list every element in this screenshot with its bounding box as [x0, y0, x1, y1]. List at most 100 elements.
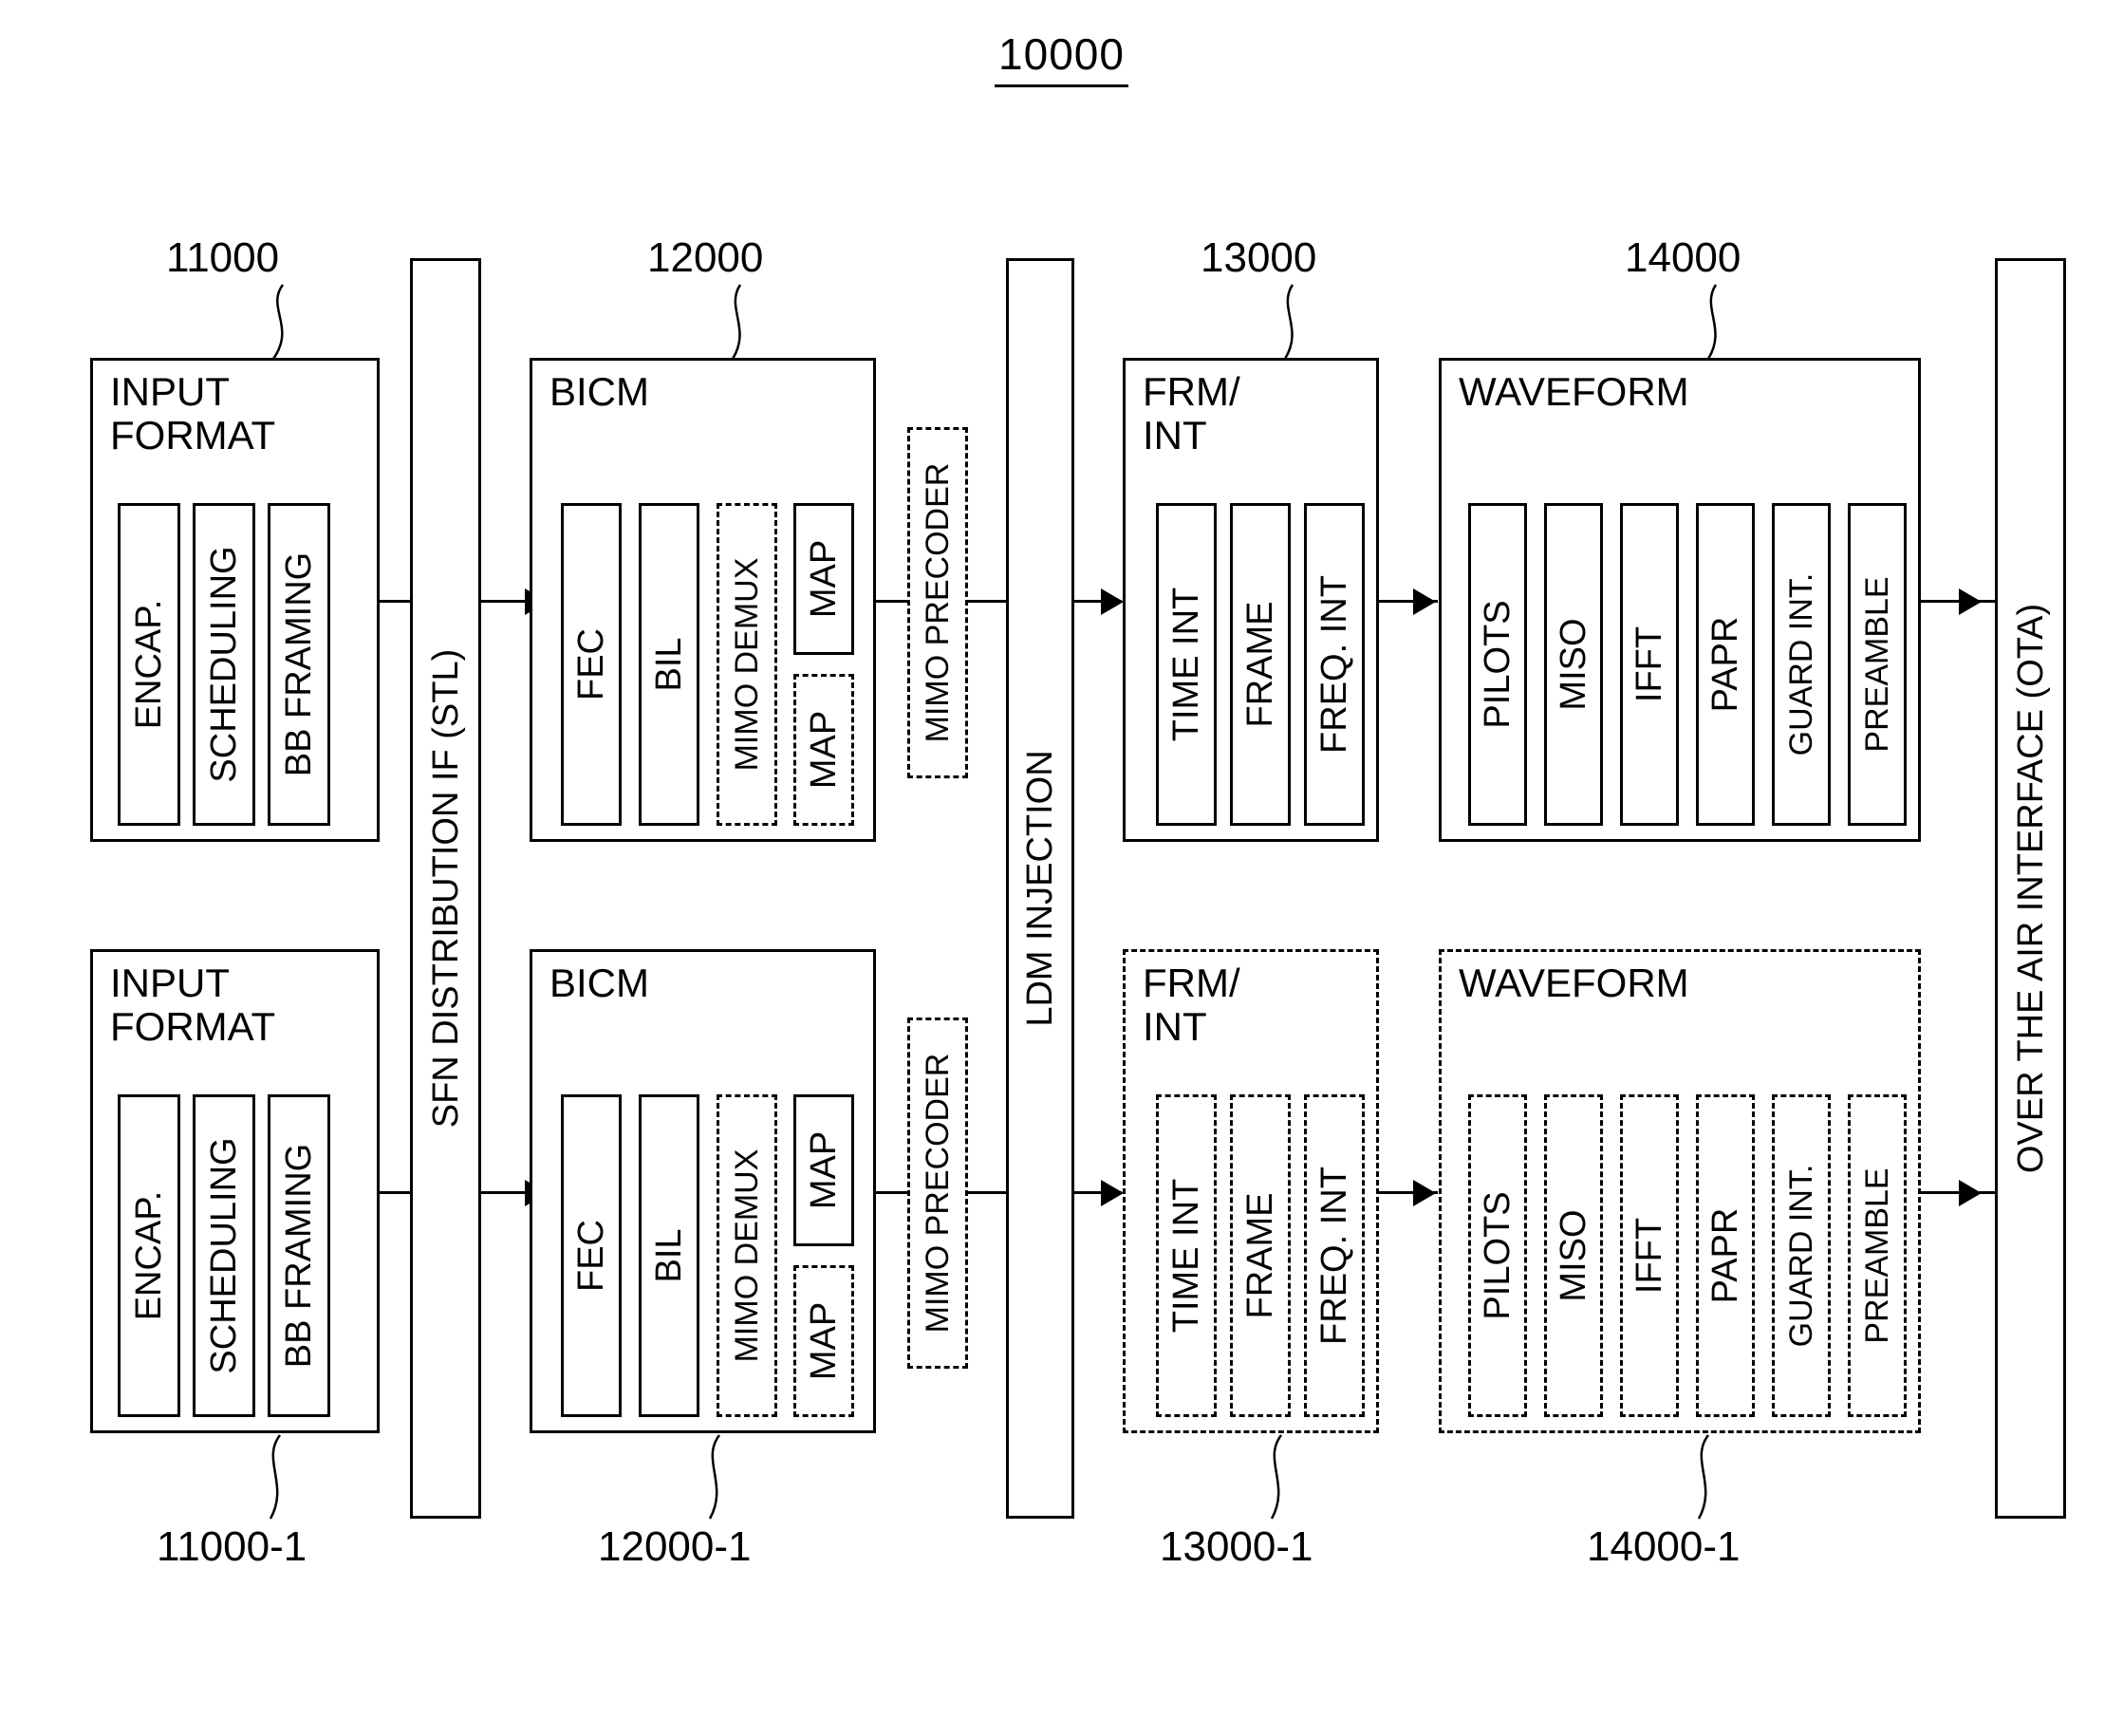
module-freq-int-top-label: FREQ. INT: [1314, 575, 1354, 754]
module-ifft-bottom-label: IFFT: [1629, 1217, 1669, 1295]
module-pilots-top-label: PILOTS: [1478, 600, 1518, 729]
module-scheduling-top-label: SCHEDULING: [204, 546, 244, 783]
frm-int-title-top: FRM/ INT: [1143, 369, 1240, 457]
module-encap-top-label: ENCAP.: [129, 599, 169, 730]
module-frame-top: FRAME: [1230, 503, 1291, 826]
module-time-int-bottom-label: TIME INT: [1166, 1178, 1206, 1334]
module-map-lower-top-label: MAP: [804, 710, 844, 790]
connector-inputformat-sfn-bottom: [380, 1191, 410, 1194]
sfn-distribution-bar: SFN DISTRIBUTION IF (STL): [410, 258, 481, 1519]
input-format-title-bottom: INPUT FORMAT: [110, 961, 276, 1049]
module-freq-int-bottom-label: FREQ. INT: [1314, 1167, 1354, 1345]
mimo-precoder-bottom: MIMO PRECODER: [907, 1017, 968, 1369]
module-fec-top-label: FEC: [571, 628, 611, 700]
connector-bicm-precoder-top: [876, 600, 907, 603]
waveform-block-bottom: WAVEFORM PILOTS MISO IFFT PAPR GUARD INT…: [1439, 949, 1921, 1433]
module-papr-top: PAPR: [1696, 503, 1755, 826]
ota-interface-bar: OVER THE AIR INTERFACE (OTA): [1995, 258, 2066, 1519]
module-preamble-top: PREAMBLE: [1848, 503, 1907, 826]
module-bil-bottom: BIL: [639, 1094, 699, 1417]
refnum-frm-int-top: 13000: [1201, 234, 1317, 281]
frm-int-block-bottom: FRM/ INT TIME INT FRAME FREQ. INT: [1123, 949, 1379, 1433]
input-format-block-top: INPUT FORMAT ENCAP. SCHEDULING BB FRAMIN…: [90, 358, 380, 842]
sfn-distribution-label: SFN DISTRIBUTION IF (STL): [425, 648, 466, 1129]
connector-inputformat-sfn-top: [380, 600, 410, 603]
module-map-upper-bottom-label: MAP: [804, 1130, 844, 1210]
input-format-title-top: INPUT FORMAT: [110, 369, 276, 457]
leader-line-14000-1: [1697, 1434, 1710, 1520]
leader-line-14000: [1706, 284, 1718, 360]
module-miso-top-label: MISO: [1554, 618, 1593, 711]
bicm-block-bottom: BICM FEC BIL MIMO DEMUX MAP MAP: [530, 949, 876, 1433]
module-miso-top: MISO: [1544, 503, 1603, 826]
module-fec-top: FEC: [561, 503, 622, 826]
arrow-waveform-ota-bottom: [1959, 1180, 1982, 1206]
refnum-input-format-bottom: 11000-1: [157, 1523, 307, 1570]
input-format-block-bottom: INPUT FORMAT ENCAP. SCHEDULING BB FRAMIN…: [90, 949, 380, 1433]
module-time-int-top: TIME INT: [1156, 503, 1217, 826]
module-time-int-top-label: TIME INT: [1166, 587, 1206, 742]
connector-sfn-bicm-top: [481, 600, 527, 603]
leader-line-12000: [731, 284, 742, 360]
module-miso-bottom: MISO: [1544, 1094, 1603, 1417]
module-frame-top-label: FRAME: [1240, 601, 1280, 728]
module-encap-top: ENCAP.: [118, 503, 180, 826]
module-map-upper-top: MAP: [793, 503, 854, 655]
figure-title: 10000: [0, 28, 2123, 87]
module-bil-top: BIL: [639, 503, 699, 826]
module-guard-int-top-label: GUARD INT.: [1783, 572, 1819, 756]
module-preamble-bottom: PREAMBLE: [1848, 1094, 1907, 1417]
module-mimo-demux-top-label: MIMO DEMUX: [729, 557, 765, 772]
module-papr-top-label: PAPR: [1705, 616, 1745, 713]
arrow-ldm-frmint-top: [1101, 588, 1124, 615]
module-miso-bottom-label: MISO: [1554, 1209, 1593, 1302]
refnum-waveform-top: 14000: [1625, 234, 1741, 281]
bicm-title-bottom: BICM: [549, 961, 649, 1005]
module-scheduling-bottom: SCHEDULING: [193, 1094, 255, 1417]
module-map-lower-top: MAP: [793, 674, 854, 826]
mimo-precoder-top-label: MIMO PRECODER: [920, 462, 956, 743]
connector-waveform-ota-bottom: [1921, 1191, 1995, 1194]
leader-line-13000-1: [1270, 1434, 1283, 1520]
module-frame-bottom-label: FRAME: [1240, 1192, 1280, 1319]
module-map-lower-bottom-label: MAP: [804, 1301, 844, 1381]
module-papr-bottom-label: PAPR: [1705, 1207, 1745, 1304]
module-mimo-demux-bottom: MIMO DEMUX: [717, 1094, 777, 1417]
module-map-upper-bottom: MAP: [793, 1094, 854, 1246]
leader-line-11000: [271, 284, 285, 360]
module-ifft-top-label: IFFT: [1629, 625, 1669, 703]
module-mimo-demux-top: MIMO DEMUX: [717, 503, 777, 826]
waveform-title-top: WAVEFORM: [1459, 369, 1689, 414]
arrow-waveform-ota-top: [1959, 588, 1982, 615]
ldm-injection-bar: LDM INJECTION: [1006, 258, 1074, 1519]
connector-bicm-precoder-bottom: [876, 1191, 907, 1194]
module-pilots-bottom: PILOTS: [1468, 1094, 1527, 1417]
module-guard-int-top: GUARD INT.: [1772, 503, 1831, 826]
module-encap-bottom-label: ENCAP.: [129, 1190, 169, 1321]
module-map-lower-bottom: MAP: [793, 1265, 854, 1417]
module-preamble-top-label: PREAMBLE: [1859, 576, 1895, 753]
module-freq-int-top: FREQ. INT: [1304, 503, 1365, 826]
module-bil-top-label: BIL: [649, 637, 689, 692]
module-encap-bottom: ENCAP.: [118, 1094, 180, 1417]
module-frame-bottom: FRAME: [1230, 1094, 1291, 1417]
ota-interface-label: OVER THE AIR INTERFACE (OTA): [2010, 603, 2051, 1174]
module-time-int-bottom: TIME INT: [1156, 1094, 1217, 1417]
bicm-block-top: BICM FEC BIL MIMO DEMUX MAP MAP: [530, 358, 876, 842]
module-ifft-top: IFFT: [1620, 503, 1679, 826]
waveform-title-bottom: WAVEFORM: [1459, 961, 1689, 1005]
leader-line-11000-1: [269, 1434, 282, 1520]
module-ifft-bottom: IFFT: [1620, 1094, 1679, 1417]
figure-title-text: 10000: [995, 29, 1128, 87]
leader-line-12000-1: [708, 1434, 721, 1520]
refnum-bicm-bottom: 12000-1: [598, 1523, 752, 1570]
module-freq-int-bottom: FREQ. INT: [1304, 1094, 1365, 1417]
module-bb-framing-bottom-label: BB FRAMING: [279, 1143, 319, 1369]
module-scheduling-bottom-label: SCHEDULING: [204, 1137, 244, 1374]
arrow-ldm-frmint-bottom: [1101, 1180, 1124, 1206]
refnum-frm-int-bottom: 13000-1: [1160, 1523, 1313, 1570]
mimo-precoder-top: MIMO PRECODER: [907, 427, 968, 778]
waveform-block-top: WAVEFORM PILOTS MISO IFFT PAPR GUARD INT…: [1439, 358, 1921, 842]
arrow-frmint-waveform-top: [1413, 588, 1436, 615]
module-pilots-top: PILOTS: [1468, 503, 1527, 826]
